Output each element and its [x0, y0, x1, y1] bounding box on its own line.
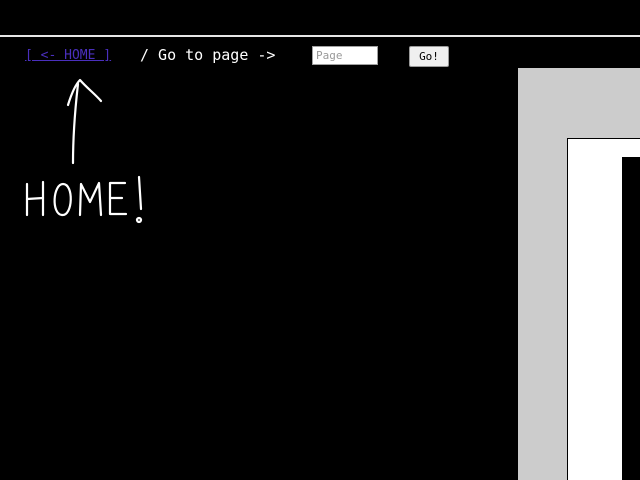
page-navigation: [ <- HOME ] / Go to page -> Go! [25, 45, 625, 67]
go-button[interactable]: Go! [409, 46, 449, 67]
comic-panel [567, 138, 640, 480]
comic-panel-content [622, 157, 640, 480]
comic-panel-area [518, 68, 640, 480]
top-divider [0, 35, 640, 37]
home-link[interactable]: [ <- HOME ] [25, 47, 111, 65]
page-number-input[interactable] [312, 46, 378, 65]
home-annotation [15, 70, 165, 230]
home-annotation-label [25, 175, 143, 224]
goto-page-label: / Go to page -> [140, 46, 276, 64]
